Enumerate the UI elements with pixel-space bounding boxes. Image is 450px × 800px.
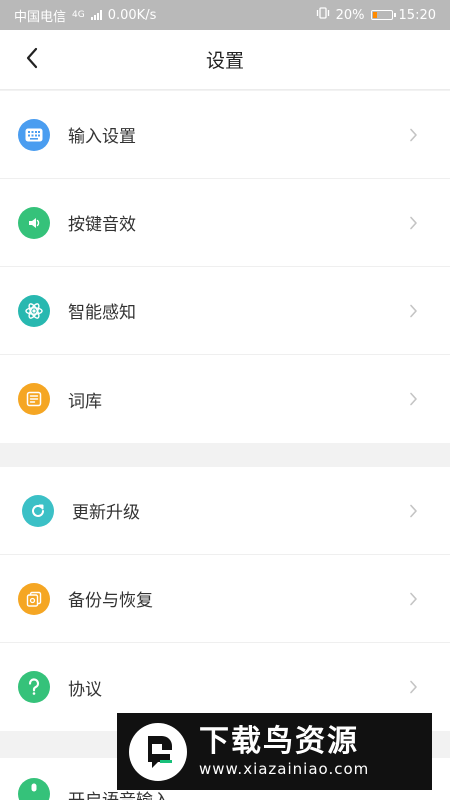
settings-item-backup[interactable]: 备份与恢复 xyxy=(0,555,450,643)
microphone-icon xyxy=(18,778,50,800)
settings-item-label: 备份与恢复 xyxy=(68,591,153,611)
chevron-left-icon xyxy=(25,47,39,73)
dictionary-icon xyxy=(18,383,50,415)
network-type: 4G xyxy=(72,10,85,20)
settings-item-label: 词库 xyxy=(68,391,102,412)
refresh-icon xyxy=(22,494,54,527)
watermark-url: www.xiazainiao.com xyxy=(199,759,370,778)
settings-group-general: 输入设置 按键音效 智能感知 词库 xyxy=(0,91,450,443)
settings-item-label: 协议 xyxy=(68,679,102,700)
bird-logo-icon xyxy=(129,722,187,781)
chevron-right-icon xyxy=(406,128,420,142)
speaker-icon xyxy=(18,206,50,239)
settings-item-key-sound[interactable]: 按键音效 xyxy=(0,179,450,267)
battery-percent: 20% xyxy=(335,7,365,23)
chevron-right-icon xyxy=(406,680,420,694)
settings-group-system: 更新升级 备份与恢复 协议 xyxy=(0,467,450,731)
backup-icon xyxy=(18,582,50,615)
settings-item-input[interactable]: 输入设置 xyxy=(0,91,450,179)
settings-item-label: 智能感知 xyxy=(68,303,136,323)
network-speed: 0.00K/s xyxy=(107,7,157,23)
clock: 15:20 xyxy=(398,7,436,23)
watermark-text: 下载鸟资源 www.xiazainiao.com xyxy=(199,723,370,779)
chevron-right-icon xyxy=(406,304,420,318)
status-bar: 中国电信 4G 0.00K/s 20% 15:20 xyxy=(0,0,450,30)
status-left: 中国电信 4G 0.00K/s xyxy=(14,6,156,25)
chevron-right-icon xyxy=(406,392,420,406)
chevron-right-icon xyxy=(406,504,420,518)
question-icon xyxy=(18,671,50,703)
settings-item-dictionary[interactable]: 词库 xyxy=(0,355,450,443)
vibrate-icon xyxy=(316,7,330,23)
settings-item-label: 更新升级 xyxy=(72,503,140,523)
watermark-banner: 下载鸟资源 www.xiazainiao.com xyxy=(117,713,432,790)
app-header: 设置 xyxy=(0,30,450,90)
back-button[interactable] xyxy=(16,44,48,76)
carrier-label: 中国电信 xyxy=(14,9,67,25)
settings-item-label: 输入设置 xyxy=(68,127,136,147)
keyboard-icon xyxy=(18,118,50,151)
atom-icon xyxy=(18,294,50,327)
watermark-title: 下载鸟资源 xyxy=(199,723,359,759)
battery-icon xyxy=(370,10,396,20)
signal-icon xyxy=(90,10,102,20)
settings-item-label: 按键音效 xyxy=(68,215,136,235)
page-title: 设置 xyxy=(205,50,244,72)
status-right: 20% 15:20 xyxy=(316,7,436,23)
settings-item-smart-sense[interactable]: 智能感知 xyxy=(0,267,450,355)
chevron-right-icon xyxy=(406,216,420,230)
chevron-right-icon xyxy=(406,592,420,606)
settings-item-update[interactable]: 更新升级 xyxy=(0,467,450,555)
